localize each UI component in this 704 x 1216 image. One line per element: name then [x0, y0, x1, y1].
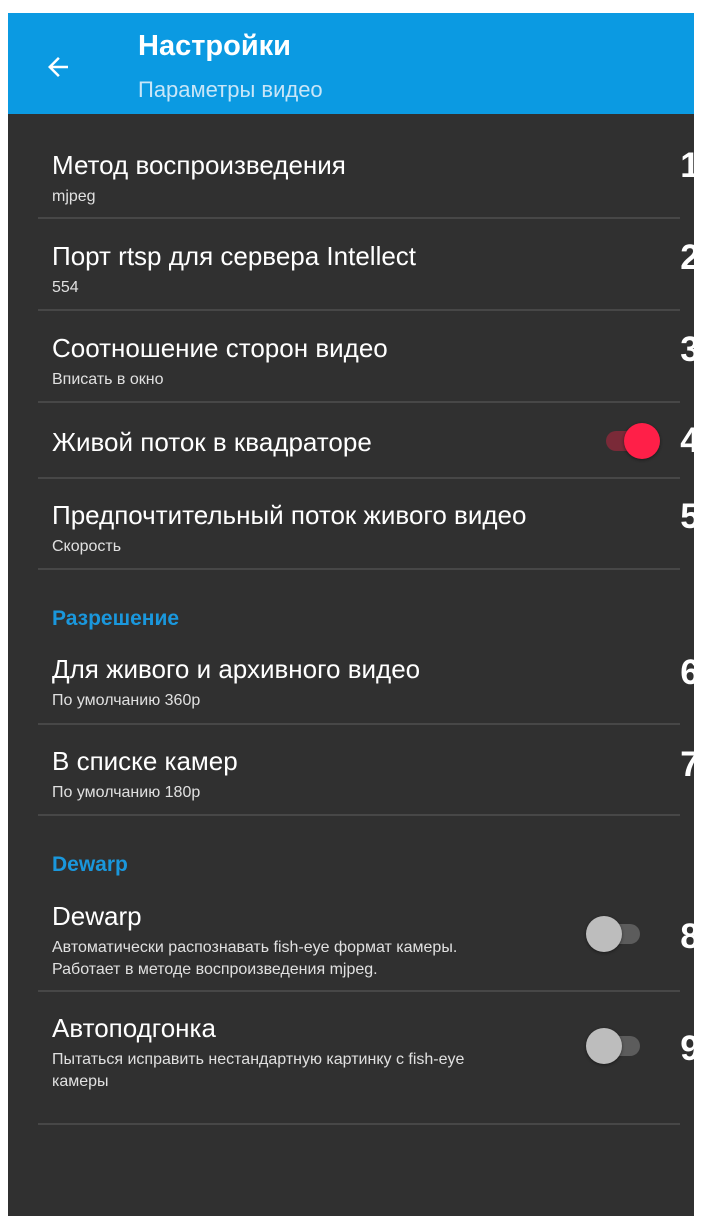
arrow-left-icon	[48, 57, 68, 77]
pref-live-stream-quad[interactable]: Живой поток в квадраторе	[52, 427, 372, 457]
callout-number: 2	[680, 238, 694, 277]
category-dewarp: Dewarp	[52, 853, 128, 876]
pref-title: В списке камер	[52, 746, 238, 776]
settings-screen: Настройки Параметры видео Метод воспроиз…	[8, 13, 694, 1216]
divider	[38, 1123, 680, 1125]
pref-summary: Вписать в окно	[52, 371, 164, 388]
back-button[interactable]	[32, 41, 84, 93]
switch-thumb	[586, 916, 622, 952]
switch-thumb	[586, 1028, 622, 1064]
pref-title: Соотношение сторон видео	[52, 333, 388, 363]
pref-summary: Пытаться исправить нестандартную картинк…	[52, 1049, 464, 1093]
callout-number: 3	[680, 330, 694, 369]
divider	[38, 990, 680, 992]
dewarp-switch[interactable]	[584, 914, 644, 954]
pref-summary: Скорость	[52, 538, 122, 555]
pref-preferred-stream[interactable]: Предпочтительный поток живого видео Скор…	[52, 500, 526, 558]
pref-summary-line: Пытаться исправить нестандартную картинк…	[52, 1051, 465, 1068]
live-stream-quad-switch[interactable]	[602, 421, 662, 461]
callout-number: 9	[680, 1029, 694, 1068]
pref-dewarp[interactable]: Dewarp Автоматически распознавать fish-e…	[52, 901, 457, 981]
divider	[38, 217, 680, 219]
pref-summary: mjpeg	[52, 188, 96, 205]
callout-number: 7	[680, 745, 694, 784]
callout-number: 4	[680, 421, 694, 460]
divider	[38, 309, 680, 311]
callout-number: 1	[680, 146, 694, 185]
pref-summary: По умолчанию 360p	[52, 692, 201, 709]
pref-title: Для живого и архивного видео	[52, 654, 421, 684]
pref-summary-line: Работает в методе воспроизведения mjpeg.	[52, 961, 378, 978]
pref-title: Dewarp	[52, 901, 142, 931]
divider	[38, 814, 680, 816]
divider	[38, 401, 680, 403]
pref-title: Предпочтительный поток живого видео	[52, 500, 527, 530]
category-resolution: Разрешение	[52, 607, 180, 630]
pref-summary-line: Автоматически распознавать fish-eye форм…	[52, 939, 458, 956]
pref-aspect-ratio[interactable]: Соотношение сторон видео Вписать в окно	[52, 333, 388, 391]
switch-thumb	[624, 423, 660, 459]
divider	[38, 723, 680, 725]
pref-title: Живой поток в квадраторе	[52, 427, 372, 457]
pref-resolution-camera-list[interactable]: В списке камер По умолчанию 180p	[52, 746, 238, 804]
pref-title: Метод воспроизведения	[52, 150, 346, 180]
app-bar: Настройки Параметры видео	[8, 13, 694, 114]
pref-resolution-live-archive[interactable]: Для живого и архивного видео По умолчани…	[52, 654, 420, 712]
pref-summary: 554	[52, 279, 79, 296]
callout-number: 5	[680, 497, 694, 536]
page-title: Настройки	[138, 30, 292, 62]
pref-playback-method[interactable]: Метод воспроизведения mjpeg	[52, 150, 346, 208]
callout-number: 8	[680, 917, 694, 956]
pref-summary: Автоматически распознавать fish-eye форм…	[52, 937, 457, 981]
page-subtitle: Параметры видео	[138, 77, 323, 102]
pref-title: Порт rtsp для сервера Intellect	[52, 241, 417, 271]
pref-auto-fit[interactable]: Автоподгонка Пытаться исправить нестанда…	[52, 1013, 464, 1093]
pref-summary: По умолчанию 180p	[52, 784, 201, 801]
divider	[38, 477, 680, 479]
pref-title: Автоподгонка	[52, 1013, 216, 1043]
pref-summary-line: камеры	[52, 1073, 109, 1090]
divider	[38, 568, 680, 570]
auto-fit-switch[interactable]	[584, 1026, 644, 1066]
pref-rtsp-port[interactable]: Порт rtsp для сервера Intellect 554	[52, 241, 416, 299]
callout-number: 6	[680, 653, 694, 692]
